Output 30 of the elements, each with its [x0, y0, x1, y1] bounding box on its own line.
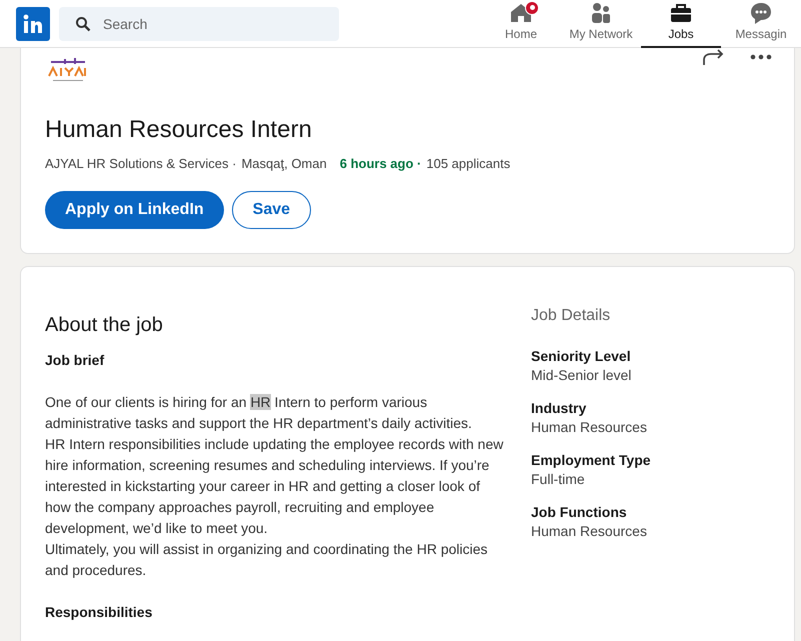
- company-name[interactable]: AJYAL HR Solutions & Services ·: [45, 156, 236, 171]
- subheading: Job brief: [45, 351, 106, 370]
- more-options-icon[interactable]: [750, 54, 772, 60]
- job-title: Human Resources Intern: [45, 116, 313, 144]
- linkedin-logo-icon[interactable]: [16, 6, 50, 40]
- job-location: Masqaţ, Oman: [241, 156, 327, 171]
- detail-value: Human Resources: [531, 522, 648, 541]
- section-heading: Job Details: [531, 307, 612, 325]
- share-arrow-icon[interactable]: [702, 48, 726, 66]
- nav-item[interactable]: Home: [481, 0, 561, 48]
- save-button[interactable]: Save: [232, 191, 312, 229]
- detail-label: Industry: [531, 399, 588, 418]
- section-heading: About the job: [45, 315, 164, 336]
- detail-label: Job Functions: [531, 503, 628, 522]
- people-icon: [589, 0, 613, 24]
- detail-label: Seniority Level: [531, 347, 632, 366]
- subheading: Responsibilities: [45, 603, 154, 622]
- description-paragraph: Ultimately, you will assist in organizing and coordinating the HR policies and procedures.: [45, 540, 489, 580]
- posted-time: 6 hours ago ·: [340, 156, 422, 171]
- detail-value: Human Resources: [531, 418, 648, 437]
- apply-button[interactable]: Apply on LinkedIn: [45, 191, 224, 229]
- applicant-count: 105 applicants: [426, 156, 510, 171]
- description-paragraph: HR Intern responsibilities include updating the employee records with new hire information, screening resumes and scheduling interviews. If you’re interested in kickstarting your career in HR and getting a closer look of how the company approaches payroll, recruiting and employee development, we’d like to meet you.: [45, 435, 504, 538]
- description-paragraph: One of our clients is hiring for an HR Intern to perform various administrative tasks and support the HR department’s daily activities.: [45, 393, 473, 433]
- nav-item[interactable]: Messagin: [721, 0, 801, 48]
- detail-value: Full-time: [531, 470, 586, 489]
- search-field[interactable]: Search: [59, 6, 339, 40]
- nav-item[interactable]: My Network: [561, 0, 641, 48]
- detail-label: Employment Type: [531, 451, 651, 470]
- detail-value: Mid-Senior level: [531, 366, 632, 385]
